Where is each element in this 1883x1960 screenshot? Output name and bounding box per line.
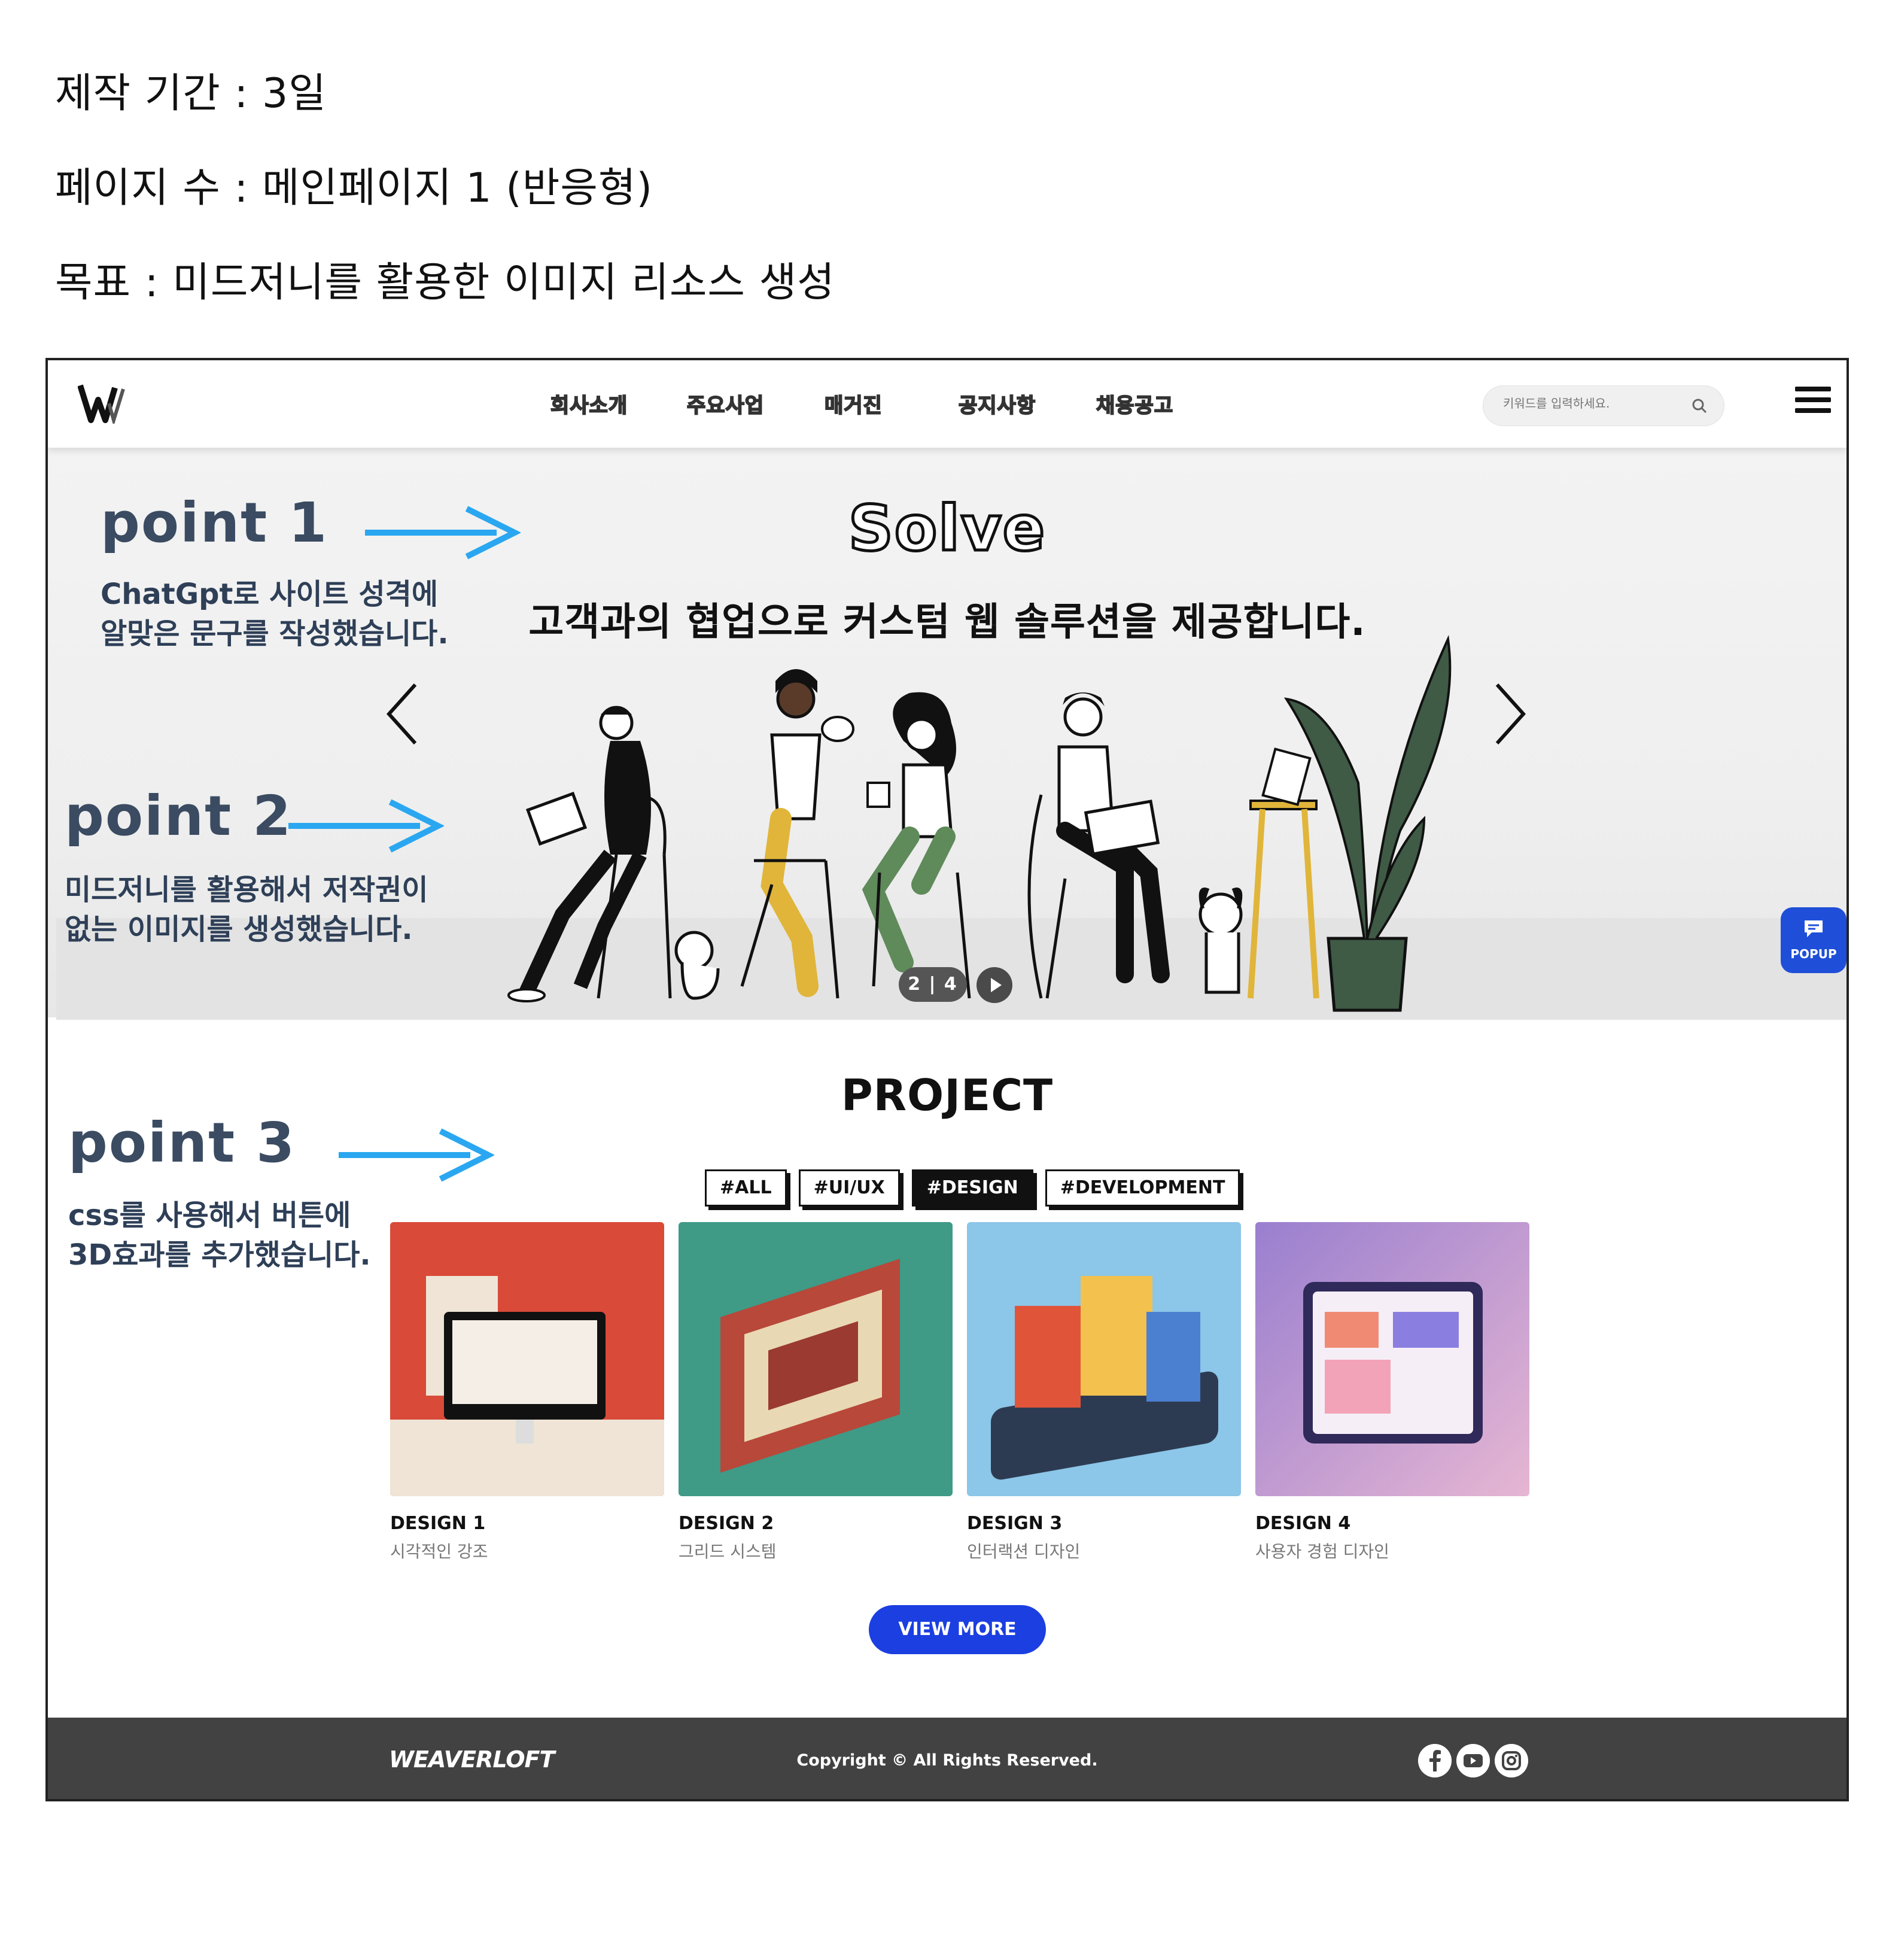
annotation-desc-3b: 3D효과를 추가했습니다. (68, 1238, 371, 1272)
card-title: DESIGN 3 (967, 1513, 1063, 1534)
project-card[interactable]: DESIGN 1 시각적인 강조 (390, 1222, 664, 1563)
annotation-arrow-icon (339, 1128, 494, 1182)
site-header: 회사소개 주요사업 매거진 공지사항 채용공고 (48, 360, 1847, 448)
annotation-desc-1a: ChatGpt로 사이트 성격에 (101, 578, 438, 611)
nav-notice[interactable]: 공지사항 (958, 389, 1036, 418)
search-box (1483, 385, 1724, 426)
annotation-desc-2a: 미드저니를 활용해서 저작권이 (65, 873, 428, 907)
person-laptop-figure-2 (1027, 692, 1170, 999)
annotation-desc-2b: 없는 이미지를 생성했습니다. (65, 913, 413, 946)
dog-figure (674, 931, 720, 1000)
annotation-desc-1b: 알맞은 문구를 작성했습니다. (101, 617, 449, 651)
popup-label: POPUP (1790, 947, 1837, 961)
card-desc: 그리드 시스템 (679, 1542, 777, 1561)
filter-design[interactable]: #DESIGN (911, 1169, 1033, 1207)
filter-all[interactable]: #ALL (705, 1169, 787, 1207)
project-card[interactable]: DESIGN 3 인터랙션 디자인 (967, 1222, 1241, 1563)
info-goal: 목표 : 미드저니를 활용한 이미지 리소스 생성 (55, 259, 835, 306)
youtube-icon[interactable] (1456, 1744, 1490, 1777)
search-input[interactable] (1503, 396, 1683, 411)
nav-recruit[interactable]: 채용공고 (1096, 389, 1173, 418)
copyright-text: Copyright © All Rights Reserved. (796, 1751, 1098, 1770)
search-icon[interactable] (1691, 397, 1708, 414)
project-card[interactable]: DESIGN 2 그리드 시스템 (679, 1222, 953, 1563)
hero-illustration (507, 634, 1452, 1012)
nav-about[interactable]: 회사소개 (550, 389, 628, 418)
annotation-point-2: point 2 (65, 784, 293, 848)
nav-magazine[interactable]: 매거진 (824, 389, 883, 418)
design1-thumbnail[interactable] (390, 1222, 664, 1496)
annotation-arrow-icon (288, 799, 444, 853)
annotation-desc-3a: css를 사용해서 버튼에 (68, 1199, 351, 1232)
portfolio-page: 제작 기간 : 3일 페이지 수 : 메인페이지 1 (반응형) 목표 : 미드… (0, 0, 1883, 1960)
filter-uiux[interactable]: #UI/UX (798, 1169, 900, 1207)
annotation-point-1: point 1 (101, 491, 328, 555)
play-icon[interactable] (977, 967, 1012, 1003)
chat-bubble-icon (1805, 920, 1823, 937)
card-title: DESIGN 1 (390, 1513, 486, 1534)
info-pages: 페이지 수 : 메인페이지 1 (반응형) (55, 165, 653, 212)
card-desc: 사용자 경험 디자인 (1255, 1542, 1389, 1561)
design4-thumbnail[interactable] (1255, 1222, 1529, 1496)
hamburger-menu-icon[interactable] (1795, 387, 1831, 420)
project-filters: #ALL #UI/UX #DESIGN #DEVELOPMENT (705, 1169, 1240, 1209)
popup-button[interactable]: POPUP (1781, 907, 1847, 973)
person-coffee-figure (862, 692, 971, 999)
annotation-point-3: point 3 (68, 1111, 296, 1175)
card-title: DESIGN 4 (1255, 1513, 1351, 1534)
card-desc: 인터랙션 디자인 (967, 1542, 1081, 1561)
project-card[interactable]: DESIGN 4 사용자 경험 디자인 (1255, 1222, 1529, 1563)
site-footer: WEAVERLOFT Copyright © All Rights Reserv… (48, 1718, 1847, 1799)
person-laptop-figure (507, 706, 672, 1002)
person-sitting-figure (740, 669, 854, 999)
instagram-icon[interactable] (1495, 1744, 1528, 1777)
project-title: PROJECT (841, 1070, 1054, 1120)
card-desc: 시각적인 강조 (390, 1542, 488, 1561)
facebook-icon[interactable] (1418, 1744, 1452, 1777)
prev-arrow-icon[interactable] (384, 681, 420, 747)
design2-thumbnail[interactable] (679, 1222, 953, 1496)
card-title: DESIGN 2 (679, 1513, 774, 1534)
filter-development[interactable]: #DEVELOPMENT (1045, 1169, 1240, 1207)
nav-business[interactable]: 주요사업 (686, 389, 764, 418)
w-logo-icon[interactable] (78, 382, 126, 424)
annotation-arrow-icon (365, 506, 521, 560)
dog-figure-2 (1198, 888, 1243, 994)
stool-laptop-figure (1248, 747, 1319, 999)
view-more-button[interactable]: VIEW MORE (869, 1605, 1046, 1654)
slide-pager: 2 | 4 (899, 967, 967, 1002)
design3-thumbnail[interactable] (967, 1222, 1241, 1496)
info-period: 제작 기간 : 3일 (55, 70, 327, 117)
